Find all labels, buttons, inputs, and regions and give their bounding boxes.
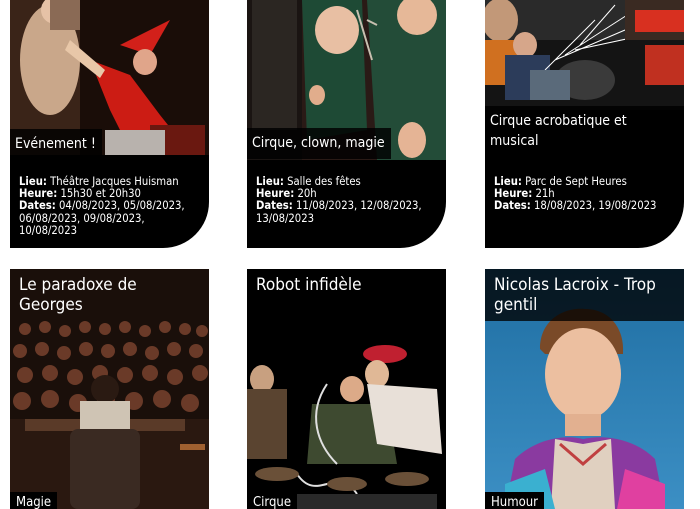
heure-label: Heure: [19,187,58,201]
event-title: Robot infidèle [256,275,362,295]
lieu-label: Lieu: [19,175,47,188]
heure-label: Heure: [494,187,533,201]
event-title: Nicolas Lacroix - Trop gentil [485,269,684,321]
dates-value: 18/08/2023, 19/08/2023 [534,199,657,213]
event-info: Lieu: Salle des fêtes Heure: 20h Dates: … [256,175,438,225]
lieu-label: Lieu: [494,175,522,188]
heure-label: Heure: [256,187,295,201]
category-label: Humour [485,492,544,509]
event-image [247,344,446,509]
event-card-1[interactable]: Evénement ! Lieu: Théâtre Jacques Huisma… [10,0,209,248]
event-card-6[interactable]: Nicolas Lacroix - Trop gentil Humour [485,269,684,509]
heure-value: 15h30 et 20h30 [60,187,141,201]
dates-label: Dates: [256,199,293,213]
event-info: Lieu: Théâtre Jacques Huisman Heure: 15h… [19,175,201,237]
event-title: Le paradoxe de Georges [19,275,137,315]
dates-label: Dates: [19,199,56,213]
category-label: Cirque, clown, magie [247,128,391,160]
event-card-2[interactable]: Cirque, clown, magie Lieu: Salle des fêt… [247,0,446,248]
category-label: Cirque acrobatique et musical [485,106,684,158]
heure-value: 20h [297,187,317,201]
dates-label: Dates: [494,199,531,213]
lieu-value: Salle des fêtes [287,175,361,188]
event-card-5[interactable]: Robot infidèle Cirque [247,269,446,509]
category-label: Magie [10,492,58,509]
event-info: Lieu: Parc de Sept Heures Heure: 21h Dat… [494,175,676,213]
lieu-value: Théâtre Jacques Huisman [50,175,179,188]
category-label: Evénement ! [10,129,102,161]
category-label: Cirque [247,492,298,509]
heure-value: 21h [535,187,555,201]
lieu-label: Lieu: [256,175,284,188]
event-image [485,0,684,110]
event-card-3[interactable]: Cirque acrobatique et musical Lieu: Parc… [485,0,684,248]
lieu-value: Parc de Sept Heures [525,175,627,188]
event-card-4[interactable]: Le paradoxe de Georges Magie [10,269,209,509]
